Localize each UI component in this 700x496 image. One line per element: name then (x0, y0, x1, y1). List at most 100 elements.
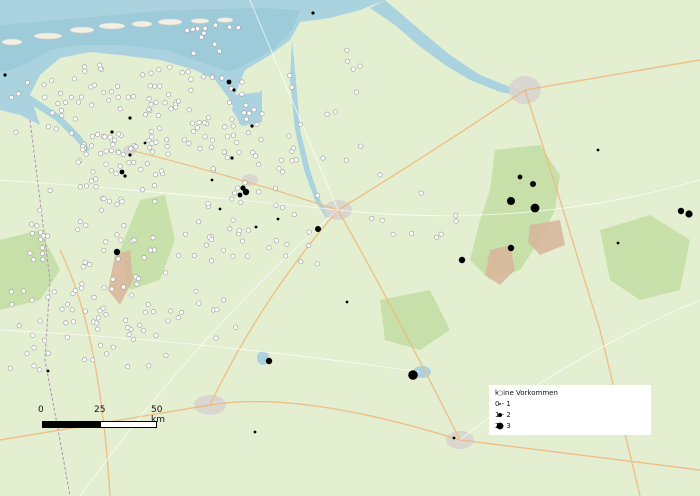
absent-marker (64, 334, 70, 340)
absent-marker (45, 294, 51, 300)
absent-marker (125, 364, 131, 370)
absent-marker (13, 129, 19, 135)
absent-marker (146, 363, 152, 369)
absent-marker (314, 192, 320, 198)
absent-marker (16, 323, 22, 329)
absent-marker (91, 294, 97, 300)
absent-marker (125, 324, 131, 330)
present-marker (452, 436, 456, 440)
absent-marker (258, 137, 264, 143)
absent-marker (190, 26, 196, 32)
absent-marker (147, 247, 153, 253)
absent-marker (279, 204, 285, 210)
absent-marker (109, 89, 115, 95)
absent-marker (243, 116, 249, 122)
absent-marker (107, 134, 113, 140)
absent-marker (137, 322, 143, 328)
absent-marker (176, 252, 182, 258)
absent-marker (276, 166, 282, 172)
absent-marker (41, 82, 47, 88)
absent-marker (40, 256, 46, 262)
absent-marker (75, 159, 81, 165)
absent-marker (186, 107, 192, 113)
absent-marker (201, 74, 207, 80)
present-marker (530, 181, 536, 187)
absent-marker (146, 96, 152, 102)
legend-row-0-1: 0 - 1 (495, 399, 645, 409)
absent-marker (453, 218, 459, 224)
absent-marker (245, 227, 251, 233)
absent-marker (97, 62, 103, 68)
absent-marker (196, 219, 202, 225)
absent-marker (51, 289, 57, 295)
present-marker (119, 169, 125, 175)
map-canvas[interactable]: 0 25 50 km keine Vorkommen 0 - 1 1 - 2 2… (0, 0, 700, 496)
present-marker (254, 225, 258, 229)
absent-marker (146, 107, 152, 113)
absent-marker (70, 319, 76, 325)
present-marker (265, 357, 273, 365)
absent-marker (163, 352, 169, 358)
absent-marker (53, 126, 59, 132)
absent-marker (95, 132, 101, 138)
absent-marker (202, 25, 208, 31)
absent-marker (438, 231, 444, 237)
absent-marker (68, 94, 74, 100)
absent-marker (114, 201, 120, 207)
present-marker (276, 217, 280, 221)
absent-marker (350, 66, 356, 72)
absent-marker (15, 91, 21, 97)
absent-marker (82, 259, 88, 265)
absent-marker (130, 94, 136, 100)
absent-marker (24, 351, 30, 357)
absent-marker (205, 201, 211, 207)
absent-marker (42, 94, 48, 100)
absent-marker (99, 207, 105, 213)
absent-marker (165, 318, 171, 324)
absent-marker (29, 230, 35, 236)
present-marker (253, 430, 257, 434)
absent-marker (293, 157, 299, 163)
absent-marker (266, 245, 272, 251)
absent-marker (343, 157, 349, 163)
absent-marker (242, 180, 248, 186)
absent-marker (250, 149, 256, 155)
absent-marker (153, 139, 159, 145)
absent-marker (227, 99, 233, 105)
absent-marker (179, 309, 185, 315)
present-marker (616, 241, 620, 245)
absent-marker (150, 149, 156, 155)
absent-marker (48, 78, 54, 84)
absent-marker (179, 70, 185, 76)
scale-bar: 0 25 50 km (38, 405, 168, 435)
absent-marker (89, 143, 95, 149)
absent-marker (71, 76, 77, 82)
present-marker (685, 210, 693, 218)
absent-marker (290, 145, 296, 151)
absent-marker (119, 199, 125, 205)
absent-marker (108, 148, 114, 154)
absent-marker (90, 357, 96, 363)
absent-marker (221, 149, 227, 155)
absent-marker (72, 288, 78, 294)
absent-marker (157, 83, 163, 89)
absent-marker (197, 146, 203, 152)
absent-marker (103, 161, 109, 167)
absent-marker (157, 125, 163, 131)
absent-marker (140, 72, 146, 78)
absent-marker (141, 328, 147, 334)
absent-marker (72, 116, 78, 122)
absent-marker (213, 335, 219, 341)
absent-marker (45, 350, 51, 356)
present-marker (530, 203, 540, 213)
absent-marker (324, 111, 330, 117)
absent-marker (149, 134, 155, 140)
absent-marker (110, 276, 116, 282)
absent-marker (90, 133, 96, 139)
absent-marker (196, 120, 202, 126)
absent-marker (151, 183, 157, 189)
legend-row-2-3: 2 - 3 (495, 421, 645, 431)
absent-marker (49, 110, 55, 116)
scale-label-25: 25 (94, 405, 106, 415)
absent-marker (89, 178, 95, 184)
